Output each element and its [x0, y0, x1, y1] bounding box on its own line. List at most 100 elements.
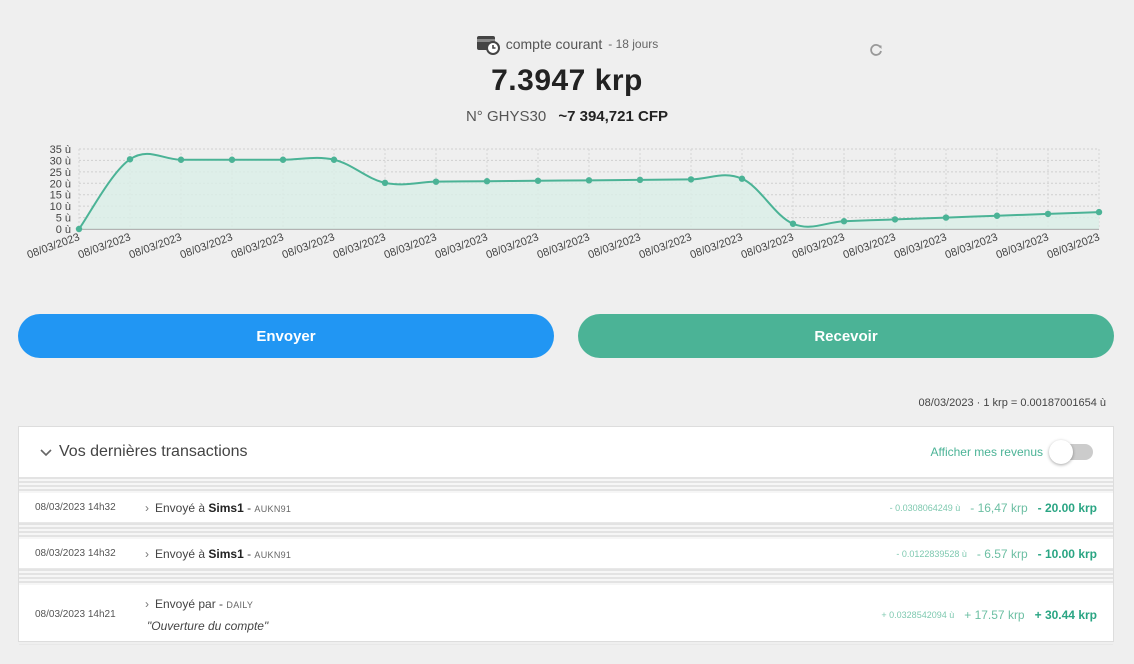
- transaction-date: 08/03/2023 14h32: [35, 502, 116, 513]
- income-toggle-wrap: Afficher mes revenus: [930, 440, 1093, 464]
- counterparty[interactable]: Sims1: [208, 547, 243, 561]
- chart-x-tick: 08/03/2023: [689, 231, 745, 261]
- wallet-clock-icon: [476, 36, 500, 55]
- chevron-down-icon[interactable]: [39, 445, 53, 459]
- transaction-desc: › Envoyé à Sims1 - AUKN91: [145, 500, 292, 515]
- transaction-row[interactable]: 08/03/2023 14h32 › Envoyé à Sims1 - AUKN9…: [19, 539, 1113, 569]
- transactions-panel: Vos dernières transactions Afficher mes …: [18, 426, 1114, 645]
- chart-point[interactable]: [432, 178, 440, 185]
- income-toggle[interactable]: [1049, 440, 1093, 464]
- chart-point[interactable]: [840, 218, 848, 225]
- row-separator: [19, 569, 1113, 585]
- row-separator: [19, 477, 1113, 493]
- income-toggle-label: Afficher mes revenus: [930, 445, 1044, 459]
- counterparty-code: AUKN91: [254, 503, 292, 514]
- counterparty-code: AUKN91: [254, 549, 292, 560]
- transaction-desc-block: › Envoyé par - DAILY "Ouverture du compte…: [145, 597, 268, 633]
- receive-button[interactable]: Recevoir: [578, 314, 1114, 358]
- chart-point[interactable]: [891, 216, 899, 223]
- account-subline: N° GHYS30 ~7 394,721 CFP: [0, 108, 1134, 125]
- amount-krp: - 20.00 krp: [1037, 500, 1097, 515]
- chart-x-tick: 08/03/2023: [536, 231, 592, 261]
- chart-x-tick: 08/03/2023: [995, 231, 1051, 261]
- amount-krp: + 30.44 krp: [1034, 607, 1097, 622]
- counterparty-code: DAILY: [226, 599, 254, 610]
- transaction-date: 08/03/2023 14h32: [35, 548, 116, 559]
- transaction-amounts: - 0.0308064249 ù - 16,47 krp - 20.00 krp: [890, 501, 1097, 515]
- chart-x-tick: 08/03/2023: [434, 231, 490, 261]
- chart-x-tick: 08/03/2023: [230, 231, 286, 261]
- transaction-desc: › Envoyé à Sims1 - AUKN91: [145, 546, 292, 561]
- chart-x-tick: 08/03/2023: [128, 231, 184, 261]
- chevron-right-icon: ›: [145, 500, 149, 515]
- transaction-desc: › Envoyé par - DAILY: [145, 596, 254, 611]
- chart-y-tick: 30 ù: [50, 155, 71, 167]
- chart-x-tick: 08/03/2023: [77, 231, 133, 261]
- balance-chart: 35 ù30 ù25 ù20 ù15 ù10 ù5 ù0 ù 08/03/202…: [26, 144, 1103, 261]
- chart-point[interactable]: [483, 178, 491, 185]
- chart-point[interactable]: [1095, 208, 1103, 216]
- chart-x-tick: 08/03/2023: [842, 231, 898, 261]
- account-line: compte courant - 18 jours: [0, 30, 1134, 58]
- transaction-amounts: - 0.0122839528 ù - 6.57 krp - 10.00 krp: [896, 547, 1097, 561]
- chart-y-tick: 5 ù: [56, 213, 71, 225]
- transaction-row[interactable]: 08/03/2023 14h21 › Envoyé par - DAILY "Ou…: [19, 585, 1113, 645]
- chart-point[interactable]: [993, 212, 1001, 219]
- chart-x-tick: 08/03/2023: [740, 231, 796, 261]
- chart-y-tick: 10 ù: [50, 201, 71, 213]
- chart-point[interactable]: [789, 220, 797, 227]
- amount-krp: - 10.00 krp: [1037, 546, 1097, 561]
- chart-point[interactable]: [228, 156, 236, 163]
- amount-converted: - 6.57 krp: [976, 546, 1028, 561]
- chart-point[interactable]: [279, 156, 287, 163]
- chart-point[interactable]: [330, 156, 338, 163]
- chart-x-tick: 08/03/2023: [587, 231, 643, 261]
- account-balance: 7.3947 krp: [491, 64, 643, 97]
- toggle-knob[interactable]: [1049, 440, 1073, 464]
- chart-point[interactable]: [1044, 210, 1052, 218]
- account-age: - 18 jours: [608, 37, 659, 51]
- transactions-title: Vos dernières transactions: [59, 443, 248, 460]
- chart-point[interactable]: [126, 156, 134, 163]
- chart-x-tick: 08/03/2023: [893, 231, 949, 261]
- account-number: N° GHYS30: [465, 108, 547, 125]
- chevron-right-icon: ›: [145, 546, 149, 561]
- transactions-header: Vos dernières transactions Afficher mes …: [19, 427, 1113, 477]
- chart-point[interactable]: [942, 214, 950, 221]
- chart-x-tick: 08/03/2023: [179, 231, 235, 261]
- chart-y-tick: 25 ù: [50, 167, 71, 179]
- counterparty[interactable]: Sims1: [208, 501, 243, 515]
- transaction-date: 08/03/2023 14h21: [35, 609, 116, 620]
- amount-crypto: + 0.0328542094 ù: [881, 609, 955, 620]
- chart-point[interactable]: [534, 177, 542, 184]
- chart-x-tick: 08/03/2023: [1046, 231, 1102, 261]
- fiat-balance: ~7 394,721 CFP: [558, 108, 669, 125]
- account-header: compte courant - 18 jours 7.3947 krp N° …: [0, 30, 1134, 125]
- amount-crypto: - 0.0308064249 ù: [889, 502, 961, 513]
- row-separator: [19, 523, 1113, 539]
- amount-converted: - 16,47 krp: [970, 500, 1028, 515]
- account-name: compte courant: [505, 36, 603, 52]
- chart-point[interactable]: [687, 176, 695, 183]
- chart-x-tick: 08/03/2023: [383, 231, 439, 261]
- chart-y-tick: 20 ù: [50, 178, 71, 190]
- amount-crypto: - 0.0122839528 ù: [896, 548, 967, 559]
- chart-y-tick: 35 ù: [50, 144, 71, 156]
- chart-x-tick: 08/03/2023: [281, 231, 337, 261]
- chart-point[interactable]: [381, 179, 389, 187]
- chart-point[interactable]: [738, 175, 746, 182]
- chart-x-tick: 08/03/2023: [332, 231, 388, 261]
- chart-y-tick: 15 ù: [50, 190, 71, 202]
- transaction-row[interactable]: 08/03/2023 14h32 › Envoyé à Sims1 - AUKN9…: [19, 493, 1113, 523]
- transaction-note: "Ouverture du compte": [147, 618, 269, 633]
- transaction-amounts: + 0.0328542094 ù + 17.57 krp + 30.44 krp: [881, 608, 1097, 622]
- chart-point[interactable]: [585, 177, 593, 184]
- chart-x-tick: 08/03/2023: [791, 231, 847, 261]
- chart-x-tick: 08/03/2023: [26, 231, 82, 261]
- chart-point[interactable]: [636, 176, 644, 184]
- chart-point[interactable]: [177, 156, 185, 163]
- chart-x-tick: 08/03/2023: [485, 231, 541, 261]
- refresh-icon[interactable]: [868, 42, 884, 58]
- chart-x-tick: 08/03/2023: [944, 231, 1000, 261]
- send-button[interactable]: Envoyer: [18, 314, 554, 358]
